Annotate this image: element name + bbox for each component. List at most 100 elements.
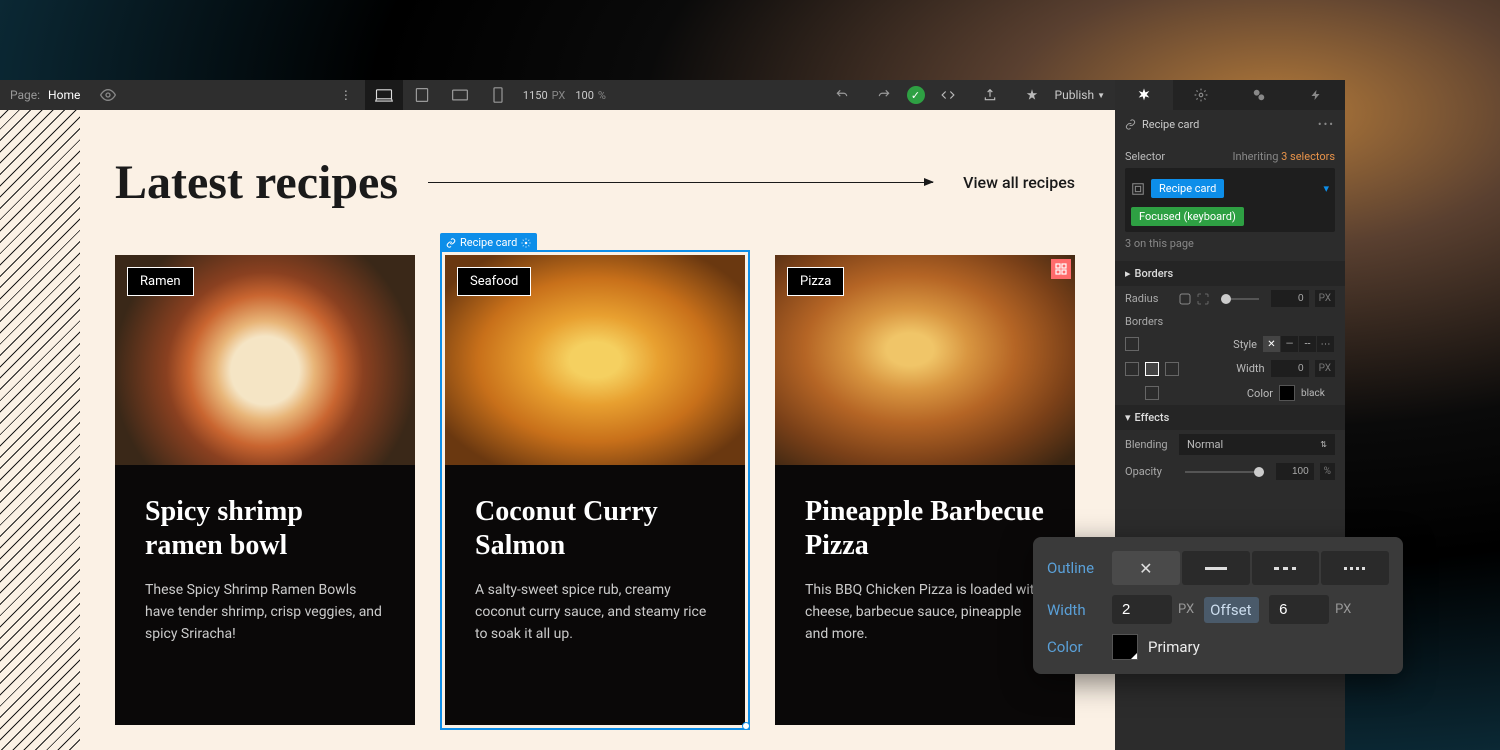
outline-label: Outline bbox=[1047, 559, 1102, 577]
device-tablet-icon[interactable] bbox=[403, 80, 441, 110]
publish-button[interactable]: Publish ▼ bbox=[1055, 88, 1105, 102]
radius-slider[interactable] bbox=[1221, 298, 1259, 300]
outline-style-solid[interactable] bbox=[1182, 551, 1250, 585]
recipe-description: This BBQ Chicken Pizza is loaded with ch… bbox=[805, 580, 1045, 645]
border-style-solid[interactable]: — bbox=[1281, 336, 1299, 352]
borders-label: Borders bbox=[1125, 315, 1173, 328]
outline-style-dashed[interactable] bbox=[1252, 551, 1320, 585]
border-top-icon[interactable] bbox=[1125, 362, 1139, 376]
selector-label: Selector bbox=[1125, 150, 1165, 163]
code-icon[interactable] bbox=[929, 80, 967, 110]
opacity-slider[interactable] bbox=[1185, 471, 1264, 473]
effects-section-header[interactable]: ▾ Effects bbox=[1115, 405, 1345, 430]
device-tablet-landscape-icon[interactable] bbox=[441, 80, 479, 110]
outline-popup: Outline ✕ Width PX Offset PX Color Prima… bbox=[1033, 537, 1403, 674]
category-tag[interactable]: Seafood bbox=[457, 267, 531, 296]
recipe-title: Spicy shrimp ramen bowl bbox=[145, 495, 385, 562]
design-canvas[interactable]: Latest recipes View all recipes Ramen Sp… bbox=[0, 110, 1115, 750]
border-width-unit[interactable]: PX bbox=[1315, 360, 1335, 377]
borders-section-header[interactable]: ▸ Borders bbox=[1115, 261, 1345, 286]
border-style-none[interactable]: ✕ bbox=[1263, 336, 1281, 352]
margin-guide bbox=[0, 110, 80, 750]
border-color-swatch[interactable] bbox=[1279, 385, 1295, 401]
page-name[interactable]: Home bbox=[48, 88, 80, 102]
border-right-icon[interactable] bbox=[1165, 362, 1179, 376]
recipe-image: Ramen bbox=[115, 255, 415, 465]
viewport-readout[interactable]: 1150 PX 100 % bbox=[523, 89, 612, 102]
outline-width-unit[interactable]: PX bbox=[1178, 602, 1194, 617]
selection-badge[interactable]: Recipe card bbox=[440, 233, 537, 252]
outline-color-label: Color bbox=[1047, 638, 1102, 656]
element-breadcrumb[interactable]: Recipe card ••• bbox=[1115, 110, 1345, 139]
radius-input[interactable] bbox=[1271, 290, 1309, 307]
selector-field[interactable]: Recipe card ▾ Focused (keyboard) bbox=[1125, 168, 1335, 232]
viewport-width-unit: PX bbox=[552, 89, 566, 102]
outline-width-input[interactable] bbox=[1112, 595, 1172, 624]
selector-chip[interactable]: Recipe card bbox=[1151, 179, 1224, 198]
export-icon[interactable] bbox=[971, 80, 1009, 110]
recipe-description: A salty-sweet spice rub, creamy coconut … bbox=[475, 580, 715, 645]
divider-arrow bbox=[428, 182, 933, 183]
recipe-image: Seafood bbox=[445, 255, 745, 465]
outline-style-dotted[interactable] bbox=[1321, 551, 1389, 585]
tab-interactions[interactable] bbox=[1288, 80, 1346, 110]
border-center-icon[interactable] bbox=[1145, 362, 1159, 376]
cards-collection: Ramen Spicy shrimp ramen bowl These Spic… bbox=[115, 255, 1075, 725]
outline-style-none[interactable]: ✕ bbox=[1112, 551, 1180, 585]
inheriting-label: Inheriting bbox=[1233, 150, 1279, 163]
audit-icon[interactable] bbox=[1013, 80, 1051, 110]
recipe-card[interactable]: Recipe card Seafood Coconut Curry Salmon… bbox=[445, 255, 745, 725]
border-all-icon[interactable] bbox=[1125, 337, 1139, 351]
border-style-dashed[interactable]: ╌ bbox=[1299, 336, 1317, 352]
opacity-input[interactable] bbox=[1276, 463, 1314, 480]
inheriting-count[interactable]: 3 selectors bbox=[1281, 150, 1335, 163]
status-ok-icon[interactable]: ✓ bbox=[907, 86, 925, 104]
border-width-input[interactable] bbox=[1271, 360, 1309, 377]
outline-offset-input[interactable] bbox=[1269, 595, 1329, 624]
device-desktop-icon[interactable] bbox=[365, 80, 403, 110]
view-all-link[interactable]: View all recipes bbox=[963, 173, 1075, 192]
link-icon bbox=[1125, 119, 1136, 130]
border-style-dotted[interactable]: ⋯ bbox=[1317, 336, 1335, 352]
border-width-label: Width bbox=[1236, 362, 1264, 375]
tab-styles-manager[interactable] bbox=[1230, 80, 1288, 110]
panel-tabs bbox=[1115, 80, 1345, 110]
undo-icon[interactable] bbox=[823, 80, 861, 110]
redo-icon[interactable] bbox=[865, 80, 903, 110]
tab-style[interactable] bbox=[1115, 80, 1173, 110]
recipe-title: Pineapple Barbecue Pizza bbox=[805, 495, 1045, 562]
border-style-label: Style bbox=[1233, 338, 1257, 351]
border-color-value: black bbox=[1301, 388, 1335, 399]
opacity-unit[interactable]: % bbox=[1320, 463, 1335, 480]
preview-icon[interactable] bbox=[100, 87, 116, 103]
recipe-title: Coconut Curry Salmon bbox=[475, 495, 715, 562]
outline-color-name[interactable]: Primary bbox=[1148, 638, 1200, 656]
section-heading[interactable]: Latest recipes bbox=[115, 155, 398, 210]
gear-icon[interactable] bbox=[521, 238, 531, 248]
radius-individual-icon[interactable] bbox=[1197, 293, 1209, 305]
recipe-card[interactable]: Pizza Pineapple Barbecue Pizza This BBQ … bbox=[775, 255, 1075, 725]
resize-handle[interactable] bbox=[742, 722, 750, 730]
zoom-value: 100 bbox=[575, 89, 594, 102]
category-tag[interactable]: Ramen bbox=[127, 267, 194, 296]
tab-settings[interactable] bbox=[1173, 80, 1231, 110]
collection-badge-icon[interactable] bbox=[1051, 259, 1071, 279]
outline-color-swatch[interactable] bbox=[1112, 634, 1138, 660]
link-icon bbox=[446, 238, 456, 248]
radius-unit[interactable]: PX bbox=[1315, 290, 1335, 307]
app-topbar: Page: Home ⋮ 1150 PX 100 % ✓ Publish ▼ bbox=[0, 80, 1115, 110]
dropdown-arrow-icon[interactable]: ▾ bbox=[1323, 182, 1329, 195]
category-tag[interactable]: Pizza bbox=[787, 267, 844, 296]
recipe-card[interactable]: Ramen Spicy shrimp ramen bowl These Spic… bbox=[115, 255, 415, 725]
border-bottom-icon[interactable] bbox=[1145, 386, 1159, 400]
device-mobile-icon[interactable] bbox=[479, 80, 517, 110]
blending-select[interactable]: Normal⇅ bbox=[1179, 434, 1335, 455]
more-icon[interactable]: ••• bbox=[1318, 118, 1335, 131]
border-color-label: Color bbox=[1247, 387, 1273, 400]
outline-offset-unit[interactable]: PX bbox=[1335, 602, 1351, 617]
outline-width-label: Width bbox=[1047, 601, 1102, 619]
viewport-width: 1150 bbox=[523, 89, 548, 102]
kebab-menu-icon[interactable]: ⋮ bbox=[327, 80, 365, 110]
radius-uniform-icon[interactable] bbox=[1179, 293, 1191, 305]
state-chip[interactable]: Focused (keyboard) bbox=[1131, 207, 1244, 226]
